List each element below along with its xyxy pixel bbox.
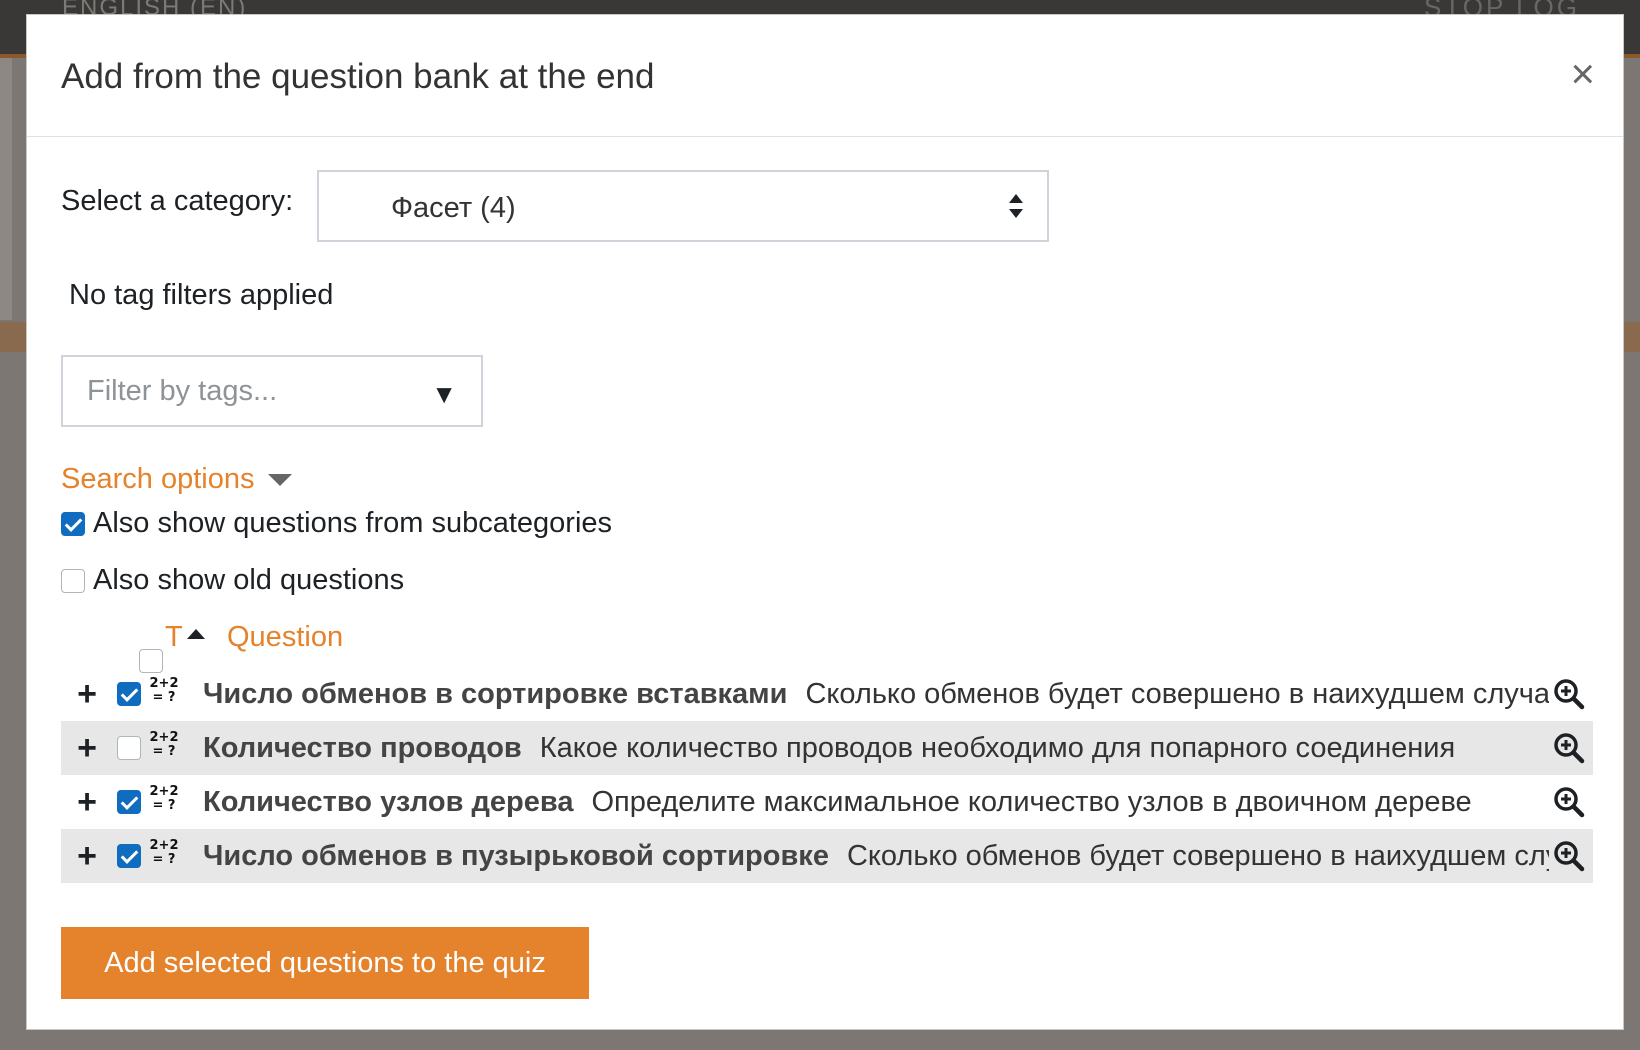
numerical-type-icon: 2+2 = ? xyxy=(149,784,179,813)
tag-filter-status: No tag filters applied xyxy=(69,279,334,311)
question-text: Сколько обменов будет совершено в наихуд… xyxy=(846,839,1549,872)
search-options-label: Search options xyxy=(61,463,255,495)
old-questions-option[interactable]: Also show old questions xyxy=(61,564,404,597)
select-arrows-icon xyxy=(1009,194,1023,218)
tag-filter-box[interactable]: ▼ xyxy=(61,355,483,427)
numerical-type-icon: 2+2 = ? xyxy=(149,838,179,867)
preview-zoom-icon[interactable] xyxy=(1549,840,1589,872)
category-label: Select a category: xyxy=(61,185,294,217)
question-checkbox[interactable] xyxy=(117,682,141,706)
add-selected-button[interactable]: Add selected questions to the quiz xyxy=(61,927,589,999)
backdrop-sidebar xyxy=(0,58,12,320)
subcategories-label: Also show questions from subcategories xyxy=(93,507,613,539)
sort-by-type[interactable]: T xyxy=(165,621,183,654)
old-questions-checkbox[interactable] xyxy=(61,568,85,593)
add-question-icon[interactable]: + xyxy=(67,675,107,714)
category-select[interactable]: Фасет (4) xyxy=(317,170,1049,242)
search-options-toggle[interactable]: Search options xyxy=(61,463,293,496)
category-selected-value: Фасет (4) xyxy=(391,192,516,224)
subcategories-checkbox[interactable] xyxy=(61,511,85,536)
question-checkbox[interactable] xyxy=(117,844,141,868)
question-name: Количество узлов дерева xyxy=(203,785,574,818)
question-bank-modal: Add from the question bank at the end × … xyxy=(26,14,1624,1030)
question-name: Число обменов в сортировке вставками xyxy=(203,677,788,710)
dropdown-arrow-icon[interactable]: ▼ xyxy=(431,379,457,410)
subcategories-option[interactable]: Also show questions from subcategories xyxy=(61,507,612,540)
table-row: + 2+2 = ? Количество узлов дерева Определ… xyxy=(61,775,1593,829)
question-text: Сколько обменов будет совершено в наихуд… xyxy=(805,677,1549,710)
add-question-icon[interactable]: + xyxy=(67,837,107,876)
modal-title: Add from the question bank at the end xyxy=(61,57,655,96)
add-question-icon[interactable]: + xyxy=(67,729,107,768)
old-questions-label: Also show old questions xyxy=(93,564,405,596)
preview-zoom-icon[interactable] xyxy=(1549,732,1589,764)
close-icon[interactable]: × xyxy=(1570,53,1595,95)
numerical-type-icon: 2+2 = ? xyxy=(149,730,179,759)
caret-down-icon xyxy=(268,474,293,487)
sort-by-question[interactable]: Question xyxy=(227,621,343,654)
question-text: Какое количество проводов необходимо для… xyxy=(539,731,1456,764)
table-row: + 2+2 = ? Количество проводов Какое колич… xyxy=(61,721,1593,775)
question-name: Количество проводов xyxy=(203,731,522,764)
numerical-type-icon: 2+2 = ? xyxy=(149,676,179,705)
add-question-icon[interactable]: + xyxy=(67,783,107,822)
question-checkbox[interactable] xyxy=(117,736,141,760)
preview-zoom-icon[interactable] xyxy=(1549,678,1589,710)
question-text: Определите максимальное количество узлов… xyxy=(591,785,1472,818)
table-row: + 2+2 = ? Число обменов в пузырьковой сор… xyxy=(61,829,1593,883)
modal-header: Add from the question bank at the end × xyxy=(27,15,1623,137)
table-row: + 2+2 = ? Число обменов в сортировке вста… xyxy=(61,667,1593,721)
tag-filter-input[interactable] xyxy=(87,375,407,408)
question-checkbox[interactable] xyxy=(117,790,141,814)
sort-asc-icon xyxy=(187,629,205,639)
question-name: Число обменов в пузырьковой сортировке xyxy=(203,839,829,872)
preview-zoom-icon[interactable] xyxy=(1549,786,1589,818)
